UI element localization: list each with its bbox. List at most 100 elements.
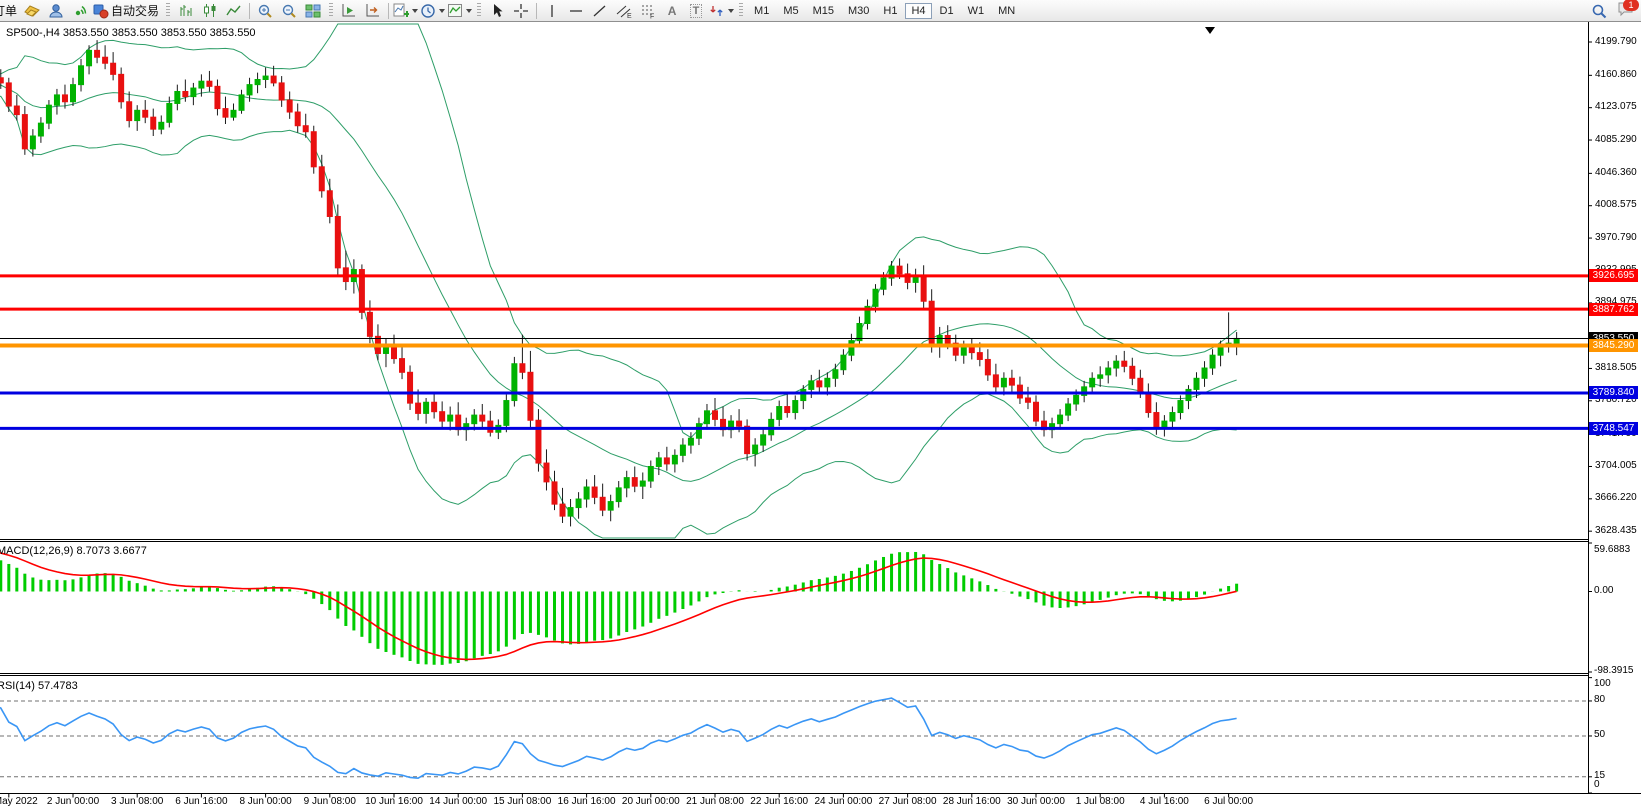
timeframe-mn-button[interactable]: MN: [992, 3, 1021, 19]
templates-button[interactable]: [447, 1, 472, 20]
chevron-down-icon: [728, 9, 734, 13]
text-tool-button[interactable]: A: [661, 1, 683, 20]
macd-indicator-label: MACD(12,26,9) 8.7073 3.6677: [0, 545, 147, 557]
search-button[interactable]: [1588, 1, 1610, 20]
line-chart-icon: [226, 3, 242, 19]
price-axis-tick: 4123.075: [1595, 101, 1637, 112]
indicators-icon: [393, 3, 409, 19]
equidistant-channel-icon: E: [616, 3, 632, 19]
chevron-down-icon: [439, 9, 445, 13]
tile-windows-button[interactable]: [302, 1, 324, 20]
toolbar-right-group: 1: [1587, 1, 1635, 20]
timeframe-m1-button[interactable]: M1: [748, 3, 775, 19]
arrows-icon: [709, 3, 725, 19]
signal-icon: [72, 3, 88, 19]
chart-canvas[interactable]: [0, 22, 1641, 811]
price-line-badge: 3789.840: [1589, 386, 1638, 399]
price-axis-tick: 3704.005: [1595, 460, 1637, 471]
label-tool-icon: T: [690, 4, 703, 18]
time-axis-label: 28 Jun 16:00: [943, 796, 1001, 807]
zoom-out-icon: [281, 3, 297, 19]
time-axis-label: 1 Jul 08:00: [1076, 796, 1125, 807]
time-axis-label: 31 May 2022: [0, 796, 38, 807]
deposit-button[interactable]: [21, 1, 43, 20]
bar-chart-button[interactable]: [175, 1, 197, 20]
signals-button[interactable]: [69, 1, 91, 20]
periods-button[interactable]: [420, 1, 445, 20]
new-order-label: 订单: [0, 2, 19, 19]
candlestick-button[interactable]: [199, 1, 221, 20]
price-line-badge: 3748.547: [1589, 422, 1638, 435]
rsi-axis-tick: 50: [1594, 729, 1605, 740]
time-axis-label: 15 Jun 08:00: [493, 796, 551, 807]
time-axis-label: 24 Jun 00:00: [814, 796, 872, 807]
text-tool-icon: A: [668, 4, 677, 18]
vertical-line-icon: [544, 3, 560, 19]
timeframe-d1-button[interactable]: D1: [934, 3, 960, 19]
timeframe-h1-button[interactable]: H1: [877, 3, 903, 19]
zoom-out-button[interactable]: [278, 1, 300, 20]
time-axis-label: 2 Jun 00:00: [47, 796, 99, 807]
chart-shift-button[interactable]: [362, 1, 384, 20]
horizontal-line-button[interactable]: [565, 1, 587, 20]
rsi-indicator-label: RSI(14) 57.4783: [0, 680, 78, 692]
time-axis-label: 21 Jun 08:00: [686, 796, 744, 807]
template-icon: [447, 3, 463, 19]
price-line-badge: 3926.695: [1589, 269, 1638, 282]
time-axis-label: 16 Jun 16:00: [558, 796, 616, 807]
time-axis-label: 8 Jun 00:00: [239, 796, 291, 807]
timeframe-m15-button[interactable]: M15: [807, 3, 840, 19]
price-axis-tick: 4046.360: [1595, 167, 1637, 178]
gold-bar-icon: [24, 3, 40, 19]
indicators-button[interactable]: [393, 1, 418, 20]
community-icon: [48, 3, 64, 19]
chevron-down-icon: [466, 9, 472, 13]
trendline-button[interactable]: [589, 1, 611, 20]
svg-text:F: F: [650, 13, 654, 19]
toolbar-grip: [329, 3, 333, 18]
price-line-badge: 3887.762: [1589, 303, 1638, 316]
label-tool-button[interactable]: T: [685, 1, 707, 20]
candlestick-icon: [202, 3, 218, 19]
crosshair-icon: [513, 3, 529, 19]
vertical-line-button[interactable]: [541, 1, 563, 20]
rsi-axis-tick: 0: [1594, 779, 1600, 790]
time-axis-label: 22 Jun 16:00: [750, 796, 808, 807]
equidistant-channel-button[interactable]: E: [613, 1, 635, 20]
price-axis-tick: 3666.220: [1595, 492, 1637, 503]
arrows-button[interactable]: [709, 1, 734, 20]
toolbar-grip: [166, 3, 170, 18]
timeframe-h4-button[interactable]: H4: [905, 3, 931, 19]
zoom-in-button[interactable]: [254, 1, 276, 20]
timeframe-m5-button[interactable]: M5: [777, 3, 804, 19]
timeframe-w1-button[interactable]: W1: [962, 3, 991, 19]
timeframe-group: M1M5M15M30H1H4D1W1MN: [747, 3, 1022, 19]
cursor-button[interactable]: [486, 1, 508, 20]
time-axis-label: 27 Jun 08:00: [879, 796, 937, 807]
timeframe-m30-button[interactable]: M30: [842, 3, 875, 19]
autotrade-button[interactable]: 自动交易: [93, 1, 161, 20]
time-axis-label: 6 Jul 00:00: [1204, 796, 1253, 807]
macd-axis-tick: -98.3915: [1594, 665, 1633, 676]
search-icon: [1591, 3, 1607, 19]
price-axis-tick: 3818.505: [1595, 362, 1637, 373]
chart-window[interactable]: SP500-,H4 3853.550 3853.550 3853.550 385…: [0, 22, 1641, 811]
auto-scroll-icon: [341, 3, 357, 19]
time-axis-label: 4 Jul 16:00: [1140, 796, 1189, 807]
price-line-badge: 3845.290: [1589, 339, 1638, 352]
chat-button[interactable]: 1: [1617, 1, 1635, 20]
time-axis-label: 9 Jun 08:00: [304, 796, 356, 807]
macd-axis-tick: 0.00: [1594, 585, 1613, 596]
price-axis-tick: 3628.435: [1595, 525, 1637, 536]
fibonacci-button[interactable]: F: [637, 1, 659, 20]
crosshair-button[interactable]: [510, 1, 532, 20]
community-button[interactable]: [45, 1, 67, 20]
price-axis-tick: 4160.860: [1595, 69, 1637, 80]
main-toolbar: 订单 自动交易: [0, 0, 1641, 22]
auto-scroll-button[interactable]: [338, 1, 360, 20]
new-order-button[interactable]: 订单: [0, 1, 19, 20]
rsi-axis-tick: 80: [1594, 694, 1605, 705]
chart-shift-marker[interactable]: [1205, 27, 1215, 34]
line-chart-button[interactable]: [223, 1, 245, 20]
trendline-icon: [592, 3, 608, 19]
